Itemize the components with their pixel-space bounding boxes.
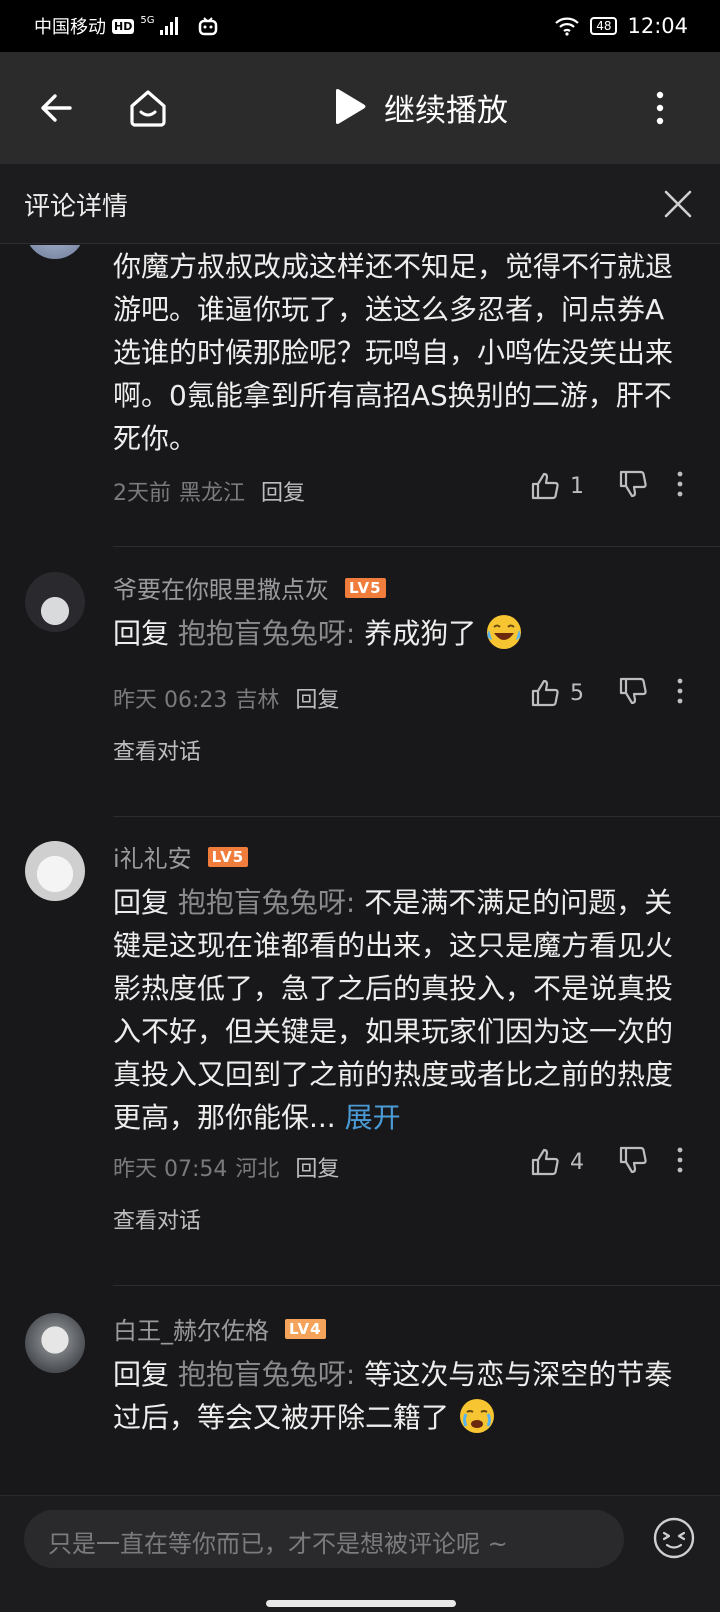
back-button[interactable] xyxy=(28,80,84,136)
comment-text: 回复 抱抱盲兔兔呀: 等这次与恋与深空的节奏过后，等会又被开除二籍了 xyxy=(113,1353,683,1439)
comment-more-button[interactable] xyxy=(676,1147,684,1177)
laugh-cry-emoji-icon xyxy=(487,615,522,649)
reply-body: 养成狗了 xyxy=(364,617,477,650)
more-vertical-icon xyxy=(677,1147,683,1173)
more-vertical-icon xyxy=(677,471,683,497)
close-icon xyxy=(664,190,692,218)
comment-time: 昨天 07:54 xyxy=(113,1157,228,1182)
signal-icon xyxy=(160,17,179,35)
comment-more-button[interactable] xyxy=(676,471,684,501)
comment-time: 昨天 06:23 xyxy=(113,688,228,713)
status-bar: 中国移动 HD 5G 48 12:04 xyxy=(0,0,720,52)
comment-text: 回复 抱抱盲兔兔呀: 不是满不满足的问题，关键是这现在谁都看的出来，这只是魔方看… xyxy=(113,881,683,1139)
comment-text: 你魔方叔叔改成这样还不知足，觉得不行就退游吧。谁逼你玩了，送这么多忍者，问点券A… xyxy=(113,250,674,455)
resume-playback-button[interactable]: 继续播放 xyxy=(332,82,508,132)
emoji-button[interactable] xyxy=(652,1516,696,1560)
username[interactable]: 爷要在你眼里撒点灰 xyxy=(113,570,329,605)
reply-button[interactable]: 回复 xyxy=(295,1151,339,1183)
dislike-button[interactable] xyxy=(618,676,648,710)
view-conversation-link[interactable]: 查看对话 xyxy=(113,1203,201,1235)
comment-actions: 5 xyxy=(530,676,700,710)
comment-meta: 2天前 黑龙江 回复 xyxy=(113,475,305,507)
more-options-button[interactable] xyxy=(632,80,688,136)
comment-list[interactable]: 你魔方叔叔改成这样还不知足，觉得不行就退游吧。谁逼你玩了，送这么多忍者，问点券A… xyxy=(0,245,720,1495)
divider xyxy=(113,546,720,547)
username[interactable]: 白王_赫尔佐格 xyxy=(113,1311,269,1346)
avatar[interactable] xyxy=(25,245,85,259)
divider xyxy=(113,1285,720,1286)
like-button[interactable]: 5 xyxy=(530,678,584,708)
avatar[interactable] xyxy=(25,1313,85,1373)
back-arrow-icon xyxy=(41,94,72,122)
comment-username-row: i礼礼安 LV5 xyxy=(113,839,249,874)
avatar[interactable] xyxy=(25,572,85,632)
username[interactable]: i礼礼安 xyxy=(113,839,192,874)
comment-text: 回复 抱抱盲兔兔呀: 养成狗了 xyxy=(113,612,683,655)
comment-meta: 昨天 06:23 吉林 回复 xyxy=(113,682,339,714)
clock: 12:04 xyxy=(627,14,688,38)
level-badge: LV4 xyxy=(285,1318,326,1339)
battery-icon: 48 xyxy=(590,17,618,35)
like-count: 4 xyxy=(570,1149,584,1175)
level-badge: LV5 xyxy=(207,846,249,867)
comment-more-button[interactable] xyxy=(676,678,684,708)
comment-username-row: 爷要在你眼里撒点灰 LV5 xyxy=(113,570,386,605)
carrier-label: 中国移动 xyxy=(34,17,106,38)
reply-prefix: 回复 xyxy=(113,1358,170,1391)
reply-body: 不是满不满足的问题，关键是这现在谁都看的出来，这只是魔方看见火影热度低了，急了之… xyxy=(113,886,674,1134)
wifi-icon xyxy=(554,16,580,36)
comment-actions: 4 xyxy=(530,1145,700,1179)
comment-input-bar: 只是一直在等你而已，才不是想被评论呢 ~ xyxy=(0,1495,720,1612)
comment-time: 2天前 xyxy=(113,481,171,506)
home-indicator[interactable] xyxy=(266,1600,456,1607)
reply-button[interactable]: 回复 xyxy=(295,682,339,714)
like-button[interactable]: 1 xyxy=(530,471,584,501)
more-vertical-icon xyxy=(677,678,683,704)
comment-detail-header: 评论详情 xyxy=(0,164,720,244)
reply-target[interactable]: 抱抱盲兔兔呀: xyxy=(178,1358,355,1391)
reply-target[interactable]: 抱抱盲兔兔呀: xyxy=(178,886,355,919)
comment-location: 黑龙江 xyxy=(179,481,246,506)
reply-prefix: 回复 xyxy=(113,886,170,919)
comment-location: 河北 xyxy=(235,1157,280,1182)
expand-link[interactable]: 展开 xyxy=(345,1101,401,1134)
dislike-button[interactable] xyxy=(618,469,648,503)
more-vertical-icon xyxy=(656,91,664,125)
reply-target[interactable]: 抱抱盲兔兔呀: xyxy=(178,617,355,650)
thumbs-up-icon xyxy=(531,1148,559,1176)
emoji-face-icon xyxy=(653,1517,695,1559)
like-count: 1 xyxy=(570,473,584,499)
reply-prefix: 回复 xyxy=(113,617,170,650)
home-button[interactable] xyxy=(120,80,176,136)
level-badge: LV5 xyxy=(345,577,386,598)
comment-username-row: 白王_赫尔佐格 LV4 xyxy=(113,1311,326,1346)
bilibili-tv-icon xyxy=(198,16,218,36)
dislike-button[interactable] xyxy=(618,1145,648,1179)
like-count: 5 xyxy=(570,680,584,706)
sheet-title: 评论详情 xyxy=(24,192,129,222)
like-button[interactable]: 4 xyxy=(530,1147,584,1177)
comment-input[interactable]: 只是一直在等你而已，才不是想被评论呢 ~ xyxy=(24,1510,624,1568)
comment-actions: 1 xyxy=(530,469,700,503)
network-label: 5G xyxy=(140,14,155,26)
hd-badge: HD xyxy=(112,18,135,34)
close-button[interactable] xyxy=(654,180,702,228)
app-bar: 继续播放 xyxy=(0,52,720,164)
thumbs-up-icon xyxy=(531,679,559,707)
thumbs-up-icon xyxy=(531,472,559,500)
thumbs-down-icon xyxy=(619,677,647,705)
thumbs-down-icon xyxy=(619,470,647,498)
reply-button[interactable]: 回复 xyxy=(261,475,305,507)
avatar[interactable] xyxy=(25,841,85,901)
comment-meta: 昨天 07:54 河北 回复 xyxy=(113,1151,339,1183)
divider xyxy=(113,816,720,817)
comment-location: 吉林 xyxy=(235,688,280,713)
crying-emoji-icon xyxy=(459,1399,494,1433)
view-conversation-link[interactable]: 查看对话 xyxy=(113,734,201,766)
play-icon xyxy=(336,89,366,124)
thumbs-down-icon xyxy=(619,1146,647,1174)
resume-label: 继续播放 xyxy=(384,92,508,129)
home-icon xyxy=(130,90,166,127)
